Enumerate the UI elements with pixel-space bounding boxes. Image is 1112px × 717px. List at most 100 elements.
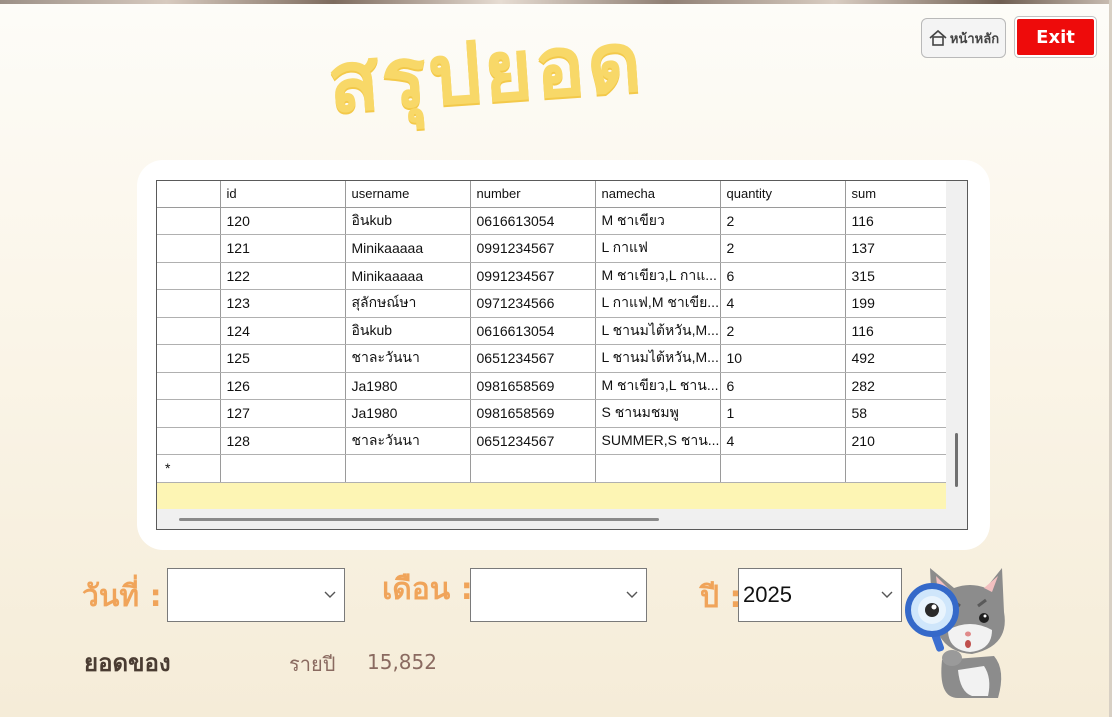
cell-username[interactable]: Ja1980 (345, 372, 471, 400)
table-row[interactable]: 122 Minikaaaaa 0991234567 M ชาเขียว,L กา… (157, 262, 947, 290)
cell-number[interactable]: 0651234567 (470, 427, 596, 455)
cell-sum[interactable]: 116 (845, 207, 947, 235)
cell-number[interactable]: 0991234567 (470, 234, 596, 263)
cell-number[interactable]: 0616613054 (470, 317, 596, 345)
row-header[interactable] (157, 234, 221, 263)
home-button[interactable]: หน้าหลัก (921, 18, 1006, 58)
exit-button[interactable]: Exit (1014, 16, 1097, 58)
cell-namecha[interactable]: L กาแฟ (595, 234, 721, 263)
cell-quantity[interactable]: 1 (720, 399, 846, 428)
cell-id[interactable]: 122 (220, 262, 346, 290)
cell-sum[interactable]: 199 (845, 289, 947, 318)
table-row[interactable]: 125 ชาละวันนา 0651234567 L ชานมไต้หวัน,M… (157, 344, 947, 373)
cell-namecha[interactable]: L ชานมไต้หวัน,M... (595, 317, 721, 345)
cell-id[interactable]: 125 (220, 344, 346, 373)
cell-sum[interactable]: 58 (845, 399, 947, 428)
cat-magnifier-icon[interactable] (902, 560, 1014, 698)
table-row[interactable]: 128 ชาละวันนา 0651234567 SUMMER,S ชาน...… (157, 427, 947, 455)
cell-id[interactable]: 121 (220, 234, 346, 263)
vertical-scrollbar-thumb[interactable] (955, 433, 958, 487)
cell-quantity[interactable]: 2 (720, 207, 846, 235)
day-label: วันที่ : (82, 579, 162, 614)
column-header-quantity[interactable]: quantity (720, 181, 846, 208)
new-cell[interactable] (220, 454, 346, 483)
cell-id[interactable]: 120 (220, 207, 346, 235)
cell-namecha[interactable]: L ชานมไต้หวัน,M... (595, 344, 721, 373)
cell-namecha[interactable]: L กาแฟ,M ชาเขีย... (595, 289, 721, 318)
column-header-number[interactable]: number (470, 181, 596, 208)
sales-data-grid[interactable]: id username number namecha quantity sum … (156, 180, 968, 530)
new-cell[interactable] (470, 454, 596, 483)
cell-quantity[interactable]: 6 (720, 262, 846, 290)
cell-quantity[interactable]: 2 (720, 317, 846, 345)
cell-id[interactable]: 127 (220, 399, 346, 428)
cell-namecha[interactable]: SUMMER,S ชาน... (595, 427, 721, 455)
cell-sum[interactable]: 492 (845, 344, 947, 373)
cell-sum[interactable]: 137 (845, 234, 947, 263)
new-cell[interactable] (720, 454, 846, 483)
cell-username[interactable]: Minikaaaaa (345, 262, 471, 290)
month-select[interactable] (470, 568, 647, 622)
vertical-scrollbar[interactable] (946, 181, 967, 509)
new-row-marker[interactable]: * (157, 454, 221, 483)
cell-quantity[interactable]: 2 (720, 234, 846, 263)
horizontal-scrollbar[interactable] (157, 509, 967, 529)
cell-namecha[interactable]: S ชานมชมพู (595, 399, 721, 428)
row-header[interactable] (157, 427, 221, 455)
table-row[interactable]: 124 อินkub 0616613054 L ชานมไต้หวัน,M...… (157, 317, 947, 345)
year-select-value: 2025 (743, 582, 792, 607)
row-header[interactable] (157, 289, 221, 318)
new-cell[interactable] (345, 454, 471, 483)
cell-quantity[interactable]: 6 (720, 372, 846, 400)
column-header-username[interactable]: username (345, 181, 471, 208)
cell-number[interactable]: 0991234567 (470, 262, 596, 290)
cell-namecha[interactable]: M ชาเขียว,L ชาน... (595, 372, 721, 400)
cell-namecha[interactable]: M ชาเขียว (595, 207, 721, 235)
cell-username[interactable]: Ja1980 (345, 399, 471, 428)
new-row[interactable]: * (157, 454, 947, 483)
table-row[interactable]: 126 Ja1980 0981658569 M ชาเขียว,L ชาน...… (157, 372, 947, 400)
new-cell[interactable] (595, 454, 721, 483)
cell-number[interactable]: 0981658569 (470, 399, 596, 428)
column-header-namecha[interactable]: namecha (595, 181, 721, 208)
cell-quantity[interactable]: 4 (720, 289, 846, 318)
cell-number[interactable]: 0616613054 (470, 207, 596, 235)
cell-sum[interactable]: 210 (845, 427, 947, 455)
cell-username[interactable]: อินkub (345, 317, 471, 345)
cell-number[interactable]: 0651234567 (470, 344, 596, 373)
row-header[interactable] (157, 262, 221, 290)
page-title: สรุปยอดขาย (324, 12, 647, 242)
cell-sum[interactable]: 116 (845, 317, 947, 345)
cell-sum[interactable]: 282 (845, 372, 947, 400)
cell-username[interactable]: สุลักษณ์ษา (345, 289, 471, 318)
cell-number[interactable]: 0981658569 (470, 372, 596, 400)
table-row[interactable]: 121 Minikaaaaa 0991234567 L กาแฟ 2 137 (157, 234, 947, 263)
row-header[interactable] (157, 344, 221, 373)
cell-id[interactable]: 124 (220, 317, 346, 345)
new-cell[interactable] (845, 454, 947, 483)
year-select[interactable]: 2025 (738, 568, 902, 622)
cell-namecha[interactable]: M ชาเขียว,L กาแ... (595, 262, 721, 290)
day-select[interactable] (167, 568, 345, 622)
cell-quantity[interactable]: 4 (720, 427, 846, 455)
cell-quantity[interactable]: 10 (720, 344, 846, 373)
row-header[interactable] (157, 372, 221, 400)
cell-number[interactable]: 0971234566 (470, 289, 596, 318)
row-header[interactable] (157, 317, 221, 345)
cell-username[interactable]: อินkub (345, 207, 471, 235)
cell-username[interactable]: ชาละวันนา (345, 344, 471, 373)
row-header[interactable] (157, 399, 221, 428)
cell-id[interactable]: 123 (220, 289, 346, 318)
column-header-id[interactable]: id (220, 181, 346, 208)
column-header-sum[interactable]: sum (845, 181, 947, 208)
horizontal-scrollbar-thumb[interactable] (179, 518, 659, 521)
cell-id[interactable]: 126 (220, 372, 346, 400)
table-row[interactable]: 123 สุลักษณ์ษา 0971234566 L กาแฟ,M ชาเขี… (157, 289, 947, 318)
cell-username[interactable]: ชาละวันนา (345, 427, 471, 455)
table-row[interactable]: 127 Ja1980 0981658569 S ชานมชมพู 1 58 (157, 399, 947, 428)
cell-username[interactable]: Minikaaaaa (345, 234, 471, 263)
table-row[interactable]: 120 อินkub 0616613054 M ชาเขียว 2 116 (157, 207, 947, 235)
row-header[interactable] (157, 207, 221, 235)
cell-id[interactable]: 128 (220, 427, 346, 455)
cell-sum[interactable]: 315 (845, 262, 947, 290)
